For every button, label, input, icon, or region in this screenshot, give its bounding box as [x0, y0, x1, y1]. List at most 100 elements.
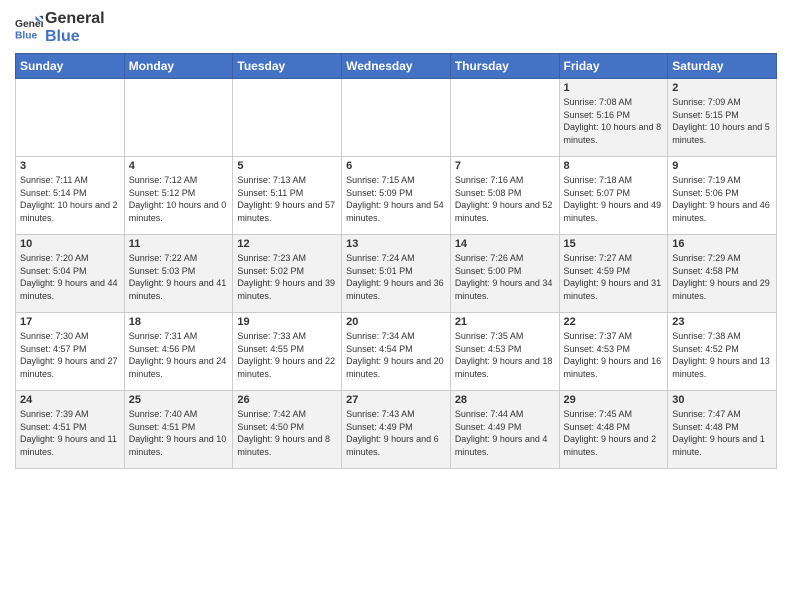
day-cell: 22 Sunrise: 7:37 AM Sunset: 4:53 PM Dayli…: [559, 313, 668, 391]
day-number: 11: [129, 238, 229, 250]
day-cell: 30Sunrise: 7:47 AM Sunset: 4:48 PM Dayli…: [668, 391, 777, 469]
day-number: 24: [20, 394, 120, 406]
logo-icon: General Blue: [15, 14, 43, 42]
week-row-3: 10 Sunrise: 7:20 AM Sunset: 5:04 PM Dayli…: [16, 235, 777, 313]
day-cell: 17 Sunrise: 7:30 AM Sunset: 4:57 PM Dayli…: [16, 313, 125, 391]
day-number: 9: [672, 160, 772, 172]
day-cell: 27 Sunrise: 7:43 AM Sunset: 4:49 PM Dayli…: [342, 391, 451, 469]
day-info: Sunrise: 7:22 AM Sunset: 5:03 PM Dayligh…: [129, 252, 229, 302]
column-header-wednesday: Wednesday: [342, 54, 451, 79]
day-cell: 18 Sunrise: 7:31 AM Sunset: 4:56 PM Dayli…: [124, 313, 233, 391]
day-cell: 5 Sunrise: 7:13 AM Sunset: 5:11 PM Daylig…: [233, 157, 342, 235]
day-number: 5: [237, 160, 337, 172]
day-number: 20: [346, 316, 446, 328]
day-info: Sunrise: 7:39 AM Sunset: 4:51 PM Dayligh…: [20, 408, 120, 458]
day-cell: 10 Sunrise: 7:20 AM Sunset: 5:04 PM Dayli…: [16, 235, 125, 313]
logo: General Blue General Blue: [15, 10, 105, 45]
day-cell: 9 Sunrise: 7:19 AM Sunset: 5:06 PM Daylig…: [668, 157, 777, 235]
day-cell: 3Sunrise: 7:11 AM Sunset: 5:14 PM Daylig…: [16, 157, 125, 235]
day-number: 30: [672, 394, 772, 406]
day-info: Sunrise: 7:16 AM Sunset: 5:08 PM Dayligh…: [455, 174, 555, 224]
day-cell: 23 Sunrise: 7:38 AM Sunset: 4:52 PM Dayli…: [668, 313, 777, 391]
day-info: Sunrise: 7:18 AM Sunset: 5:07 PM Dayligh…: [564, 174, 664, 224]
day-cell: 2Sunrise: 7:09 AM Sunset: 5:15 PM Daylig…: [668, 79, 777, 157]
day-info: Sunrise: 7:45 AM Sunset: 4:48 PM Dayligh…: [564, 408, 664, 458]
day-number: 21: [455, 316, 555, 328]
day-number: 12: [237, 238, 337, 250]
svg-text:Blue: Blue: [15, 30, 38, 41]
day-number: 27: [346, 394, 446, 406]
day-number: 6: [346, 160, 446, 172]
day-info: Sunrise: 7:27 AM Sunset: 4:59 PM Dayligh…: [564, 252, 664, 302]
day-info: Sunrise: 7:34 AM Sunset: 4:54 PM Dayligh…: [346, 330, 446, 380]
day-cell: 16Sunrise: 7:29 AM Sunset: 4:58 PM Dayli…: [668, 235, 777, 313]
week-row-5: 24 Sunrise: 7:39 AM Sunset: 4:51 PM Dayli…: [16, 391, 777, 469]
day-cell: [124, 79, 233, 157]
day-cell: [16, 79, 125, 157]
day-number: 1: [564, 82, 664, 94]
day-number: 10: [20, 238, 120, 250]
day-cell: 1 Sunrise: 7:08 AM Sunset: 5:16 PM Daylig…: [559, 79, 668, 157]
day-info: Sunrise: 7:24 AM Sunset: 5:01 PM Dayligh…: [346, 252, 446, 302]
day-info: Sunrise: 7:31 AM Sunset: 4:56 PM Dayligh…: [129, 330, 229, 380]
day-number: 8: [564, 160, 664, 172]
column-header-sunday: Sunday: [16, 54, 125, 79]
day-cell: 7 Sunrise: 7:16 AM Sunset: 5:08 PM Daylig…: [450, 157, 559, 235]
day-info: Sunrise: 7:29 AM Sunset: 4:58 PM Dayligh…: [672, 252, 772, 302]
day-number: 23: [672, 316, 772, 328]
day-cell: 24 Sunrise: 7:39 AM Sunset: 4:51 PM Dayli…: [16, 391, 125, 469]
day-info: Sunrise: 7:37 AM Sunset: 4:53 PM Dayligh…: [564, 330, 664, 380]
day-cell: 21 Sunrise: 7:35 AM Sunset: 4:53 PM Dayli…: [450, 313, 559, 391]
day-cell: 11 Sunrise: 7:22 AM Sunset: 5:03 PM Dayli…: [124, 235, 233, 313]
day-number: 19: [237, 316, 337, 328]
day-cell: 13 Sunrise: 7:24 AM Sunset: 5:01 PM Dayli…: [342, 235, 451, 313]
header: General Blue General Blue: [15, 10, 777, 45]
day-number: 3: [20, 160, 120, 172]
day-cell: [450, 79, 559, 157]
day-info: Sunrise: 7:40 AM Sunset: 4:51 PM Dayligh…: [129, 408, 229, 458]
day-info: Sunrise: 7:43 AM Sunset: 4:49 PM Dayligh…: [346, 408, 446, 458]
header-row: SundayMondayTuesdayWednesdayThursdayFrid…: [16, 54, 777, 79]
logo-blue-text: Blue: [45, 28, 105, 46]
day-info: Sunrise: 7:30 AM Sunset: 4:57 PM Dayligh…: [20, 330, 120, 380]
day-cell: 12Sunrise: 7:23 AM Sunset: 5:02 PM Dayli…: [233, 235, 342, 313]
day-info: Sunrise: 7:19 AM Sunset: 5:06 PM Dayligh…: [672, 174, 772, 224]
day-number: 17: [20, 316, 120, 328]
day-info: Sunrise: 7:26 AM Sunset: 5:00 PM Dayligh…: [455, 252, 555, 302]
day-number: 26: [237, 394, 337, 406]
day-info: Sunrise: 7:09 AM Sunset: 5:15 PM Dayligh…: [672, 96, 772, 146]
week-row-2: 3Sunrise: 7:11 AM Sunset: 5:14 PM Daylig…: [16, 157, 777, 235]
day-cell: 29 Sunrise: 7:45 AM Sunset: 4:48 PM Dayli…: [559, 391, 668, 469]
day-info: Sunrise: 7:13 AM Sunset: 5:11 PM Dayligh…: [237, 174, 337, 224]
day-number: 18: [129, 316, 229, 328]
day-number: 13: [346, 238, 446, 250]
day-info: Sunrise: 7:08 AM Sunset: 5:16 PM Dayligh…: [564, 96, 664, 146]
day-cell: 28Sunrise: 7:44 AM Sunset: 4:49 PM Dayli…: [450, 391, 559, 469]
day-number: 14: [455, 238, 555, 250]
day-cell: 4 Sunrise: 7:12 AM Sunset: 5:12 PM Daylig…: [124, 157, 233, 235]
column-header-tuesday: Tuesday: [233, 54, 342, 79]
day-cell: 19 Sunrise: 7:33 AM Sunset: 4:55 PM Dayli…: [233, 313, 342, 391]
day-info: Sunrise: 7:20 AM Sunset: 5:04 PM Dayligh…: [20, 252, 120, 302]
day-info: Sunrise: 7:35 AM Sunset: 4:53 PM Dayligh…: [455, 330, 555, 380]
day-number: 29: [564, 394, 664, 406]
day-number: 25: [129, 394, 229, 406]
day-info: Sunrise: 7:12 AM Sunset: 5:12 PM Dayligh…: [129, 174, 229, 224]
page-container: General Blue General Blue SundayMondayTu…: [0, 0, 792, 474]
day-cell: 14 Sunrise: 7:26 AM Sunset: 5:00 PM Dayli…: [450, 235, 559, 313]
day-cell: [233, 79, 342, 157]
day-cell: [342, 79, 451, 157]
day-info: Sunrise: 7:38 AM Sunset: 4:52 PM Dayligh…: [672, 330, 772, 380]
day-number: 4: [129, 160, 229, 172]
day-cell: 8 Sunrise: 7:18 AM Sunset: 5:07 PM Daylig…: [559, 157, 668, 235]
column-header-monday: Monday: [124, 54, 233, 79]
day-number: 22: [564, 316, 664, 328]
day-cell: 6Sunrise: 7:15 AM Sunset: 5:09 PM Daylig…: [342, 157, 451, 235]
column-header-friday: Friday: [559, 54, 668, 79]
day-info: Sunrise: 7:33 AM Sunset: 4:55 PM Dayligh…: [237, 330, 337, 380]
day-cell: 15 Sunrise: 7:27 AM Sunset: 4:59 PM Dayli…: [559, 235, 668, 313]
day-number: 7: [455, 160, 555, 172]
day-number: 15: [564, 238, 664, 250]
calendar-table: SundayMondayTuesdayWednesdayThursdayFrid…: [15, 53, 777, 469]
day-number: 28: [455, 394, 555, 406]
